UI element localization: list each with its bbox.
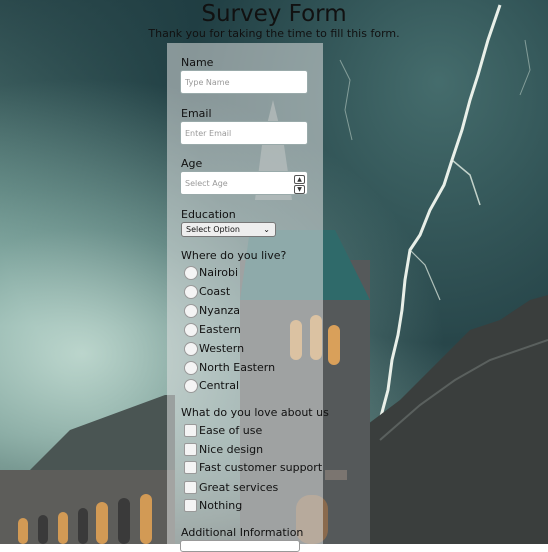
education-select[interactable]: Select Option ⌄ [181,222,276,237]
age-label: Age [181,157,203,170]
radio-label: Central [199,379,240,392]
radio-label: Eastern [199,323,241,336]
radio-button[interactable] [184,304,198,318]
checkbox-label: Nice design [199,443,264,456]
checkbox[interactable] [184,461,197,474]
age-stepper[interactable]: ▲ ▼ [294,175,305,194]
checkbox[interactable] [184,443,197,456]
location-label: Where do you live? [181,249,287,262]
page-title: Survey Form [201,1,347,27]
radio-button[interactable] [184,361,198,375]
radio-button[interactable] [184,285,198,299]
additional-info-textarea[interactable] [180,540,300,552]
checkbox-label: Ease of use [199,424,263,437]
checkbox[interactable] [184,481,197,494]
education-label: Education [181,208,236,221]
name-input[interactable]: Type Name [180,70,308,94]
email-input[interactable]: Enter Email [180,121,308,145]
radio-label: Western [199,342,245,355]
radio-button[interactable] [184,379,198,393]
checkbox-label: Fast customer support [199,461,323,474]
checkbox-label: Nothing [199,499,243,512]
checkbox[interactable] [184,499,197,512]
radio-label: Coast [199,285,231,298]
checkbox-label: Great services [199,481,279,494]
radio-label: Nairobi [199,266,239,279]
radio-button[interactable] [184,266,198,280]
radio-button[interactable] [184,323,198,337]
page-subtitle: Thank you for taking the time to fill th… [148,27,400,40]
chevron-up-icon[interactable]: ▲ [294,175,305,184]
chevron-down-icon[interactable]: ▼ [294,185,305,194]
chevron-down-icon: ⌄ [263,225,270,234]
age-input[interactable]: Select Age ▲ ▼ [180,171,308,195]
checkbox[interactable] [184,424,197,437]
age-placeholder: Select Age [185,179,228,188]
radio-label: North Eastern [199,361,276,374]
additional-info-label: Additional Information [181,526,304,539]
radio-button[interactable] [184,342,198,356]
education-selected-value: Select Option [186,225,240,234]
name-label: Name [181,56,214,69]
radio-label: Nyanza [199,304,240,317]
love-label: What do you love about us [181,406,329,419]
email-label: Email [181,107,212,120]
